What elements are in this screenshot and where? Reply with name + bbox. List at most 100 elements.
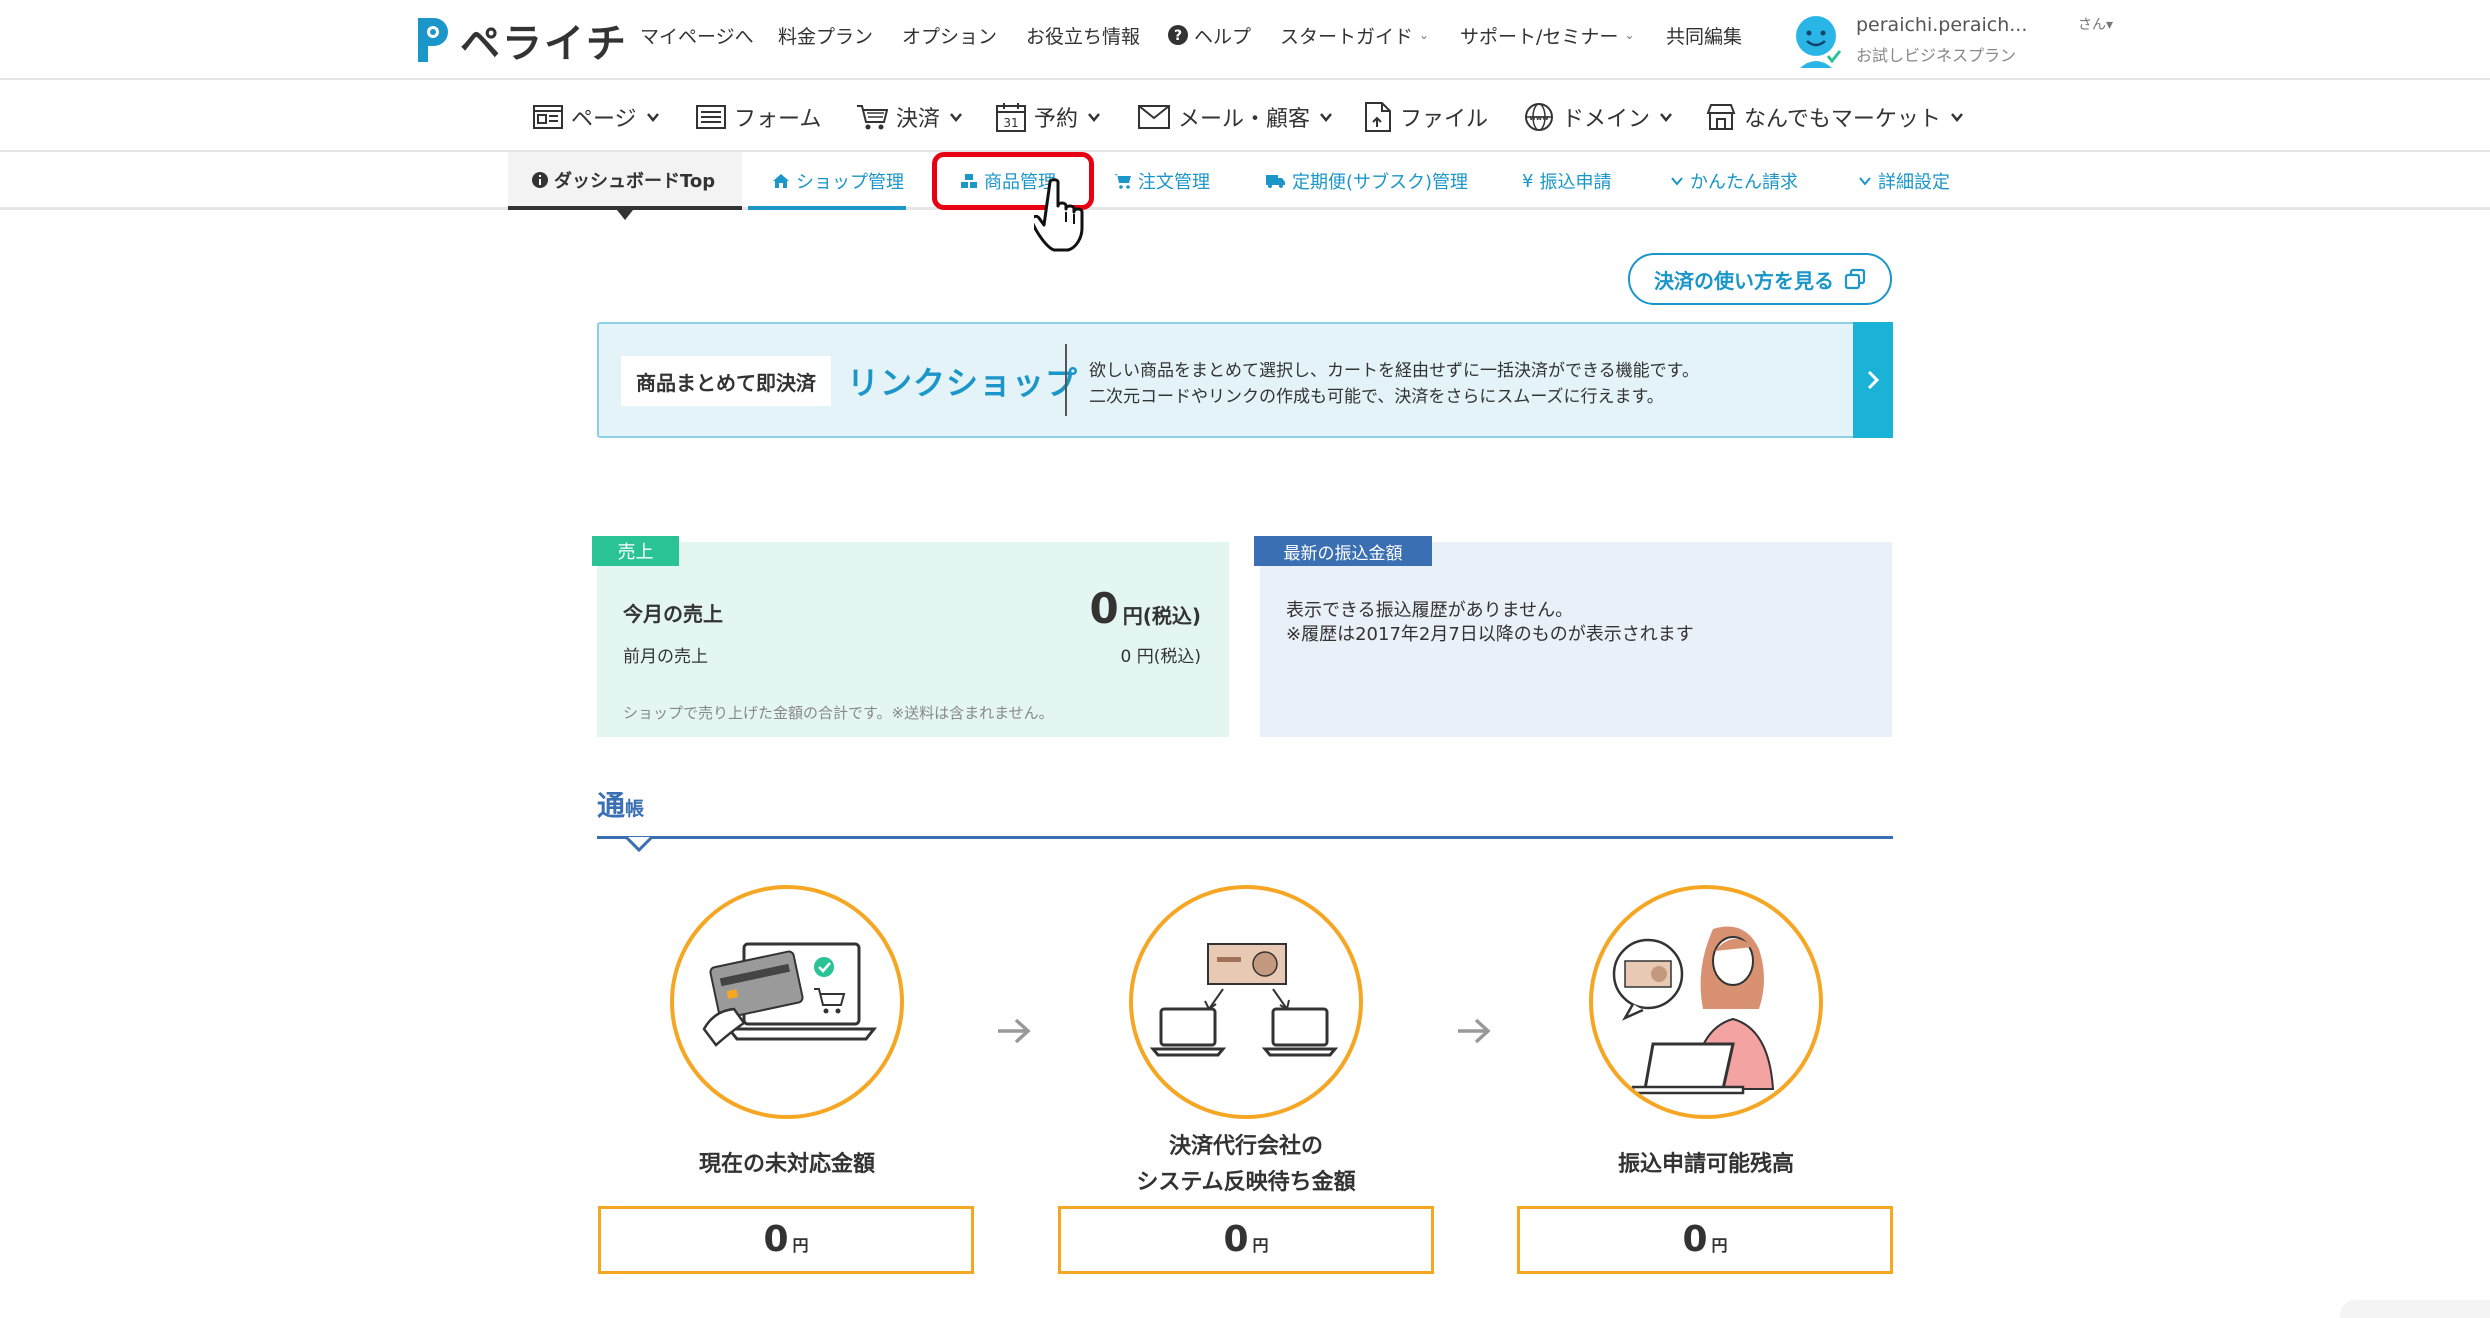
nav-startguide-link[interactable]: スタートガイド ⌄ [1280,20,1429,50]
banner-title: リンクショップ [847,364,1079,402]
main-nav-page[interactable]: ページ [533,98,661,136]
cart-icon [1114,174,1131,189]
passbook-heading: 通帳 [597,784,644,824]
chevron-down-icon [1660,113,1672,122]
unpaid-amount-value: 0 [763,1219,789,1260]
tab-label: 詳細設定 [1878,172,1950,193]
user-name[interactable]: peraichi.peraich... [1856,14,2027,36]
shop-tab-underline [748,206,906,210]
tab-label: 定期便(サブスク)管理 [1292,172,1469,193]
chevron-down-icon [950,113,962,122]
main-nav-label: 決済 [896,107,941,132]
tab-dashboard-top[interactable]: ダッシュボードTop [508,152,742,210]
tab-transfer-request[interactable]: ¥ 振込申請 [1522,166,1611,196]
link-shop-banner[interactable]: 商品まとめて即決済 リンクショップ 欲しい商品をまとめて選択し、カートを経由せず… [597,322,1893,438]
nav-label: お役立ち情報 [1026,25,1141,48]
nav-label: スタートガイド [1280,25,1414,48]
main-nav-payment[interactable]: 決済 [856,98,964,136]
unpaid-amount-box: 0 円 [598,1206,974,1274]
this-month-sales-number: 0 [1089,584,1119,633]
nav-options-link[interactable]: オプション [902,20,997,50]
main-nav: ページ フォーム 決済 31 予約 メール・顧客 ファイル www ドメイン な… [0,82,2490,152]
nav-tips-link[interactable]: お役立ち情報 [1026,20,1140,50]
logo-text: ペライチ [460,21,628,67]
store-icon [1706,104,1736,130]
main-nav-label: 予約 [1034,107,1079,132]
tab-subscription-management[interactable]: 定期便(サブスク)管理 [1266,166,1468,196]
available-balance-unit: 円 [1711,1236,1728,1255]
nav-mypage-link[interactable]: マイページへ [640,20,754,50]
this-month-sales-label: 今月の売上 [623,602,723,626]
nav-coedit-link[interactable]: 共同編集 [1666,20,1742,50]
passbook-rule [597,836,1893,839]
main-nav-label: ファイル [1400,107,1489,132]
peraichi-logo[interactable]: ペライチ [410,10,628,70]
nav-label: 料金プラン [778,25,874,48]
pending-amount-label-line1: 決済代行会社の [1168,1134,1323,1159]
unpaid-amount-label: 現在の未対応金額 [698,1152,875,1177]
main-nav-market[interactable]: なんでもマーケット [1706,98,1965,136]
this-month-sales-unit: 円(税込) [1122,604,1201,628]
main-nav-domain[interactable]: www ドメイン [1524,98,1674,136]
main-nav-file[interactable]: ファイル [1364,98,1488,136]
unpaid-amount-illustration [670,885,904,1119]
nav-label: 共同編集 [1666,25,1743,48]
nav-help-link[interactable]: ? ヘルプ [1168,20,1251,50]
user-plan: お試しビジネスプラン [1856,46,2017,65]
pending-amount-value: 0 [1223,1219,1249,1260]
caret-down-icon: ▾ [2106,17,2114,33]
tab-order-management[interactable]: 注文管理 [1114,166,1210,196]
nav-pricing-link[interactable]: 料金プラン [778,20,873,50]
globe-www-icon: www [1525,103,1553,131]
tab-shop-management[interactable]: ショップ管理 [772,166,904,196]
last-month-sales-label: 前月の売上 [623,647,708,667]
woman-laptop-icon [1612,926,1775,1095]
available-balance-value: 0 [1682,1219,1708,1260]
available-balance-label: 振込申請可能残高 [1617,1152,1794,1177]
top-header: ペライチ マイページへ 料金プラン オプション お役立ち情報 ? ヘルプ スター… [0,0,2490,80]
yen-icon: ¥ [1522,170,1534,192]
nav-support-link[interactable]: サポート/セミナー ⌄ [1460,20,1634,50]
main-nav-form[interactable]: フォーム [696,98,821,136]
chevron-down-icon [1950,113,1963,122]
main-nav-reservation[interactable]: 31 予約 [996,98,1102,136]
user-suffix[interactable]: さん▾ [2078,14,2113,34]
calendar-icon: 31 [996,103,1026,132]
tab-label: ダッシュボードTop [554,171,716,192]
pending-amount-illustration [1129,885,1363,1119]
sales-card: 今月の売上 0 円(税込) 前月の売上 0 円(税込) ショップで売り上げた金額… [597,542,1229,737]
sub-nav: ダッシュボードTop ショップ管理 商品管理 注文管理 定期便(サブスク)管理 … [0,152,2490,210]
banner-description-line2: 二次元コードやリンクの作成も可能で、決済をさらにスムーズに行えます。 [1089,387,1664,407]
tab-easy-invoice[interactable]: かんたん請求 [1670,166,1798,196]
svg-text:www: www [1529,114,1549,122]
banner-divider [1065,344,1067,416]
available-balance-illustration [1589,885,1823,1119]
tab-detail-settings[interactable]: 詳細設定 [1858,166,1950,196]
main-nav-label: ページ [571,107,637,132]
chevron-down-icon [1320,113,1332,122]
scroll-to-top-hint[interactable] [2340,1300,2490,1318]
transfer-empty-message: 表示できる振込履歴がありません。 [1286,600,1574,621]
unpaid-amount-unit: 円 [792,1236,809,1255]
cart-icon [857,105,888,130]
heading-notch [626,836,652,852]
banner-description-line1: 欲しい商品をまとめて選択し、カートを経由せずに一括決済ができる機能です。 [1089,361,1699,381]
banner-tag: 商品まとめて即決済 [621,356,831,406]
main-nav-mail-customer[interactable]: メール・顧客 [1138,98,1334,136]
passbook-heading-sub: 帳 [625,798,645,820]
passbook-heading-main: 通 [597,789,626,822]
home-icon [773,174,789,188]
pending-amount-label-line2: システム反映待ち金額 [1136,1170,1356,1195]
banner-arrow-button[interactable] [1853,322,1893,438]
calendar-day: 31 [1003,116,1018,130]
mail-icon [1138,105,1170,129]
pointer-hand-icon [1034,178,1084,252]
user-suffix-text: さん [2078,17,2106,33]
payment-howto-button[interactable]: 決済の使い方を見る [1628,253,1892,305]
active-tab-indicator [617,210,633,220]
user-avatar-icon[interactable] [1790,12,1846,68]
laptop-card-payment-icon [702,942,878,1047]
last-month-sales-value: 0 円(税込) [1120,647,1201,667]
latest-transfer-card: 表示できる振込履歴がありません。 ※履歴は2017年2月7日以降のものが表示され… [1260,542,1892,737]
tab-label: 注文管理 [1138,172,1210,193]
